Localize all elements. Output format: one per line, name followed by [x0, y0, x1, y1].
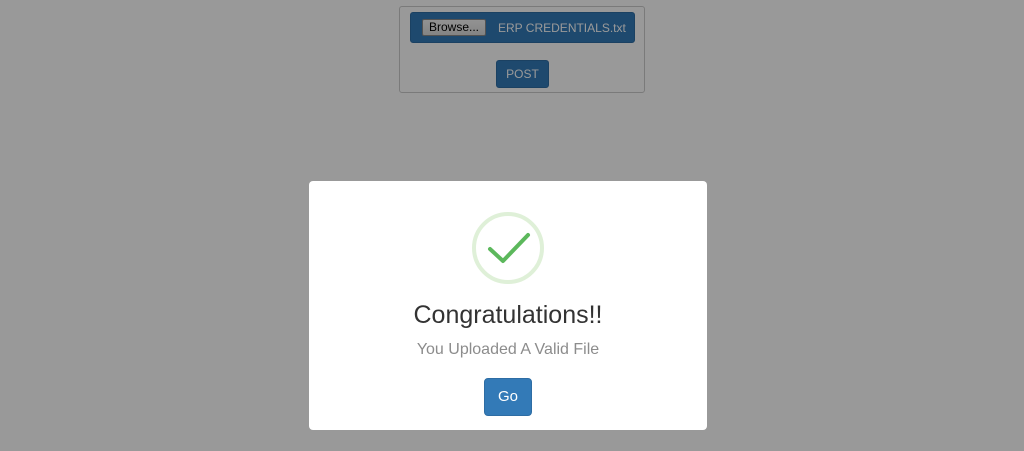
checkmark-icon — [472, 212, 544, 284]
checkmark-ring — [472, 212, 544, 284]
dialog-message: You Uploaded A Valid File — [416, 341, 600, 358]
success-dialog: Congratulations!! You Uploaded A Valid F… — [309, 181, 707, 430]
checkmark-tick — [488, 233, 530, 263]
dialog-title: Congratulations!! — [413, 301, 603, 329]
go-button[interactable]: Go — [484, 378, 532, 416]
